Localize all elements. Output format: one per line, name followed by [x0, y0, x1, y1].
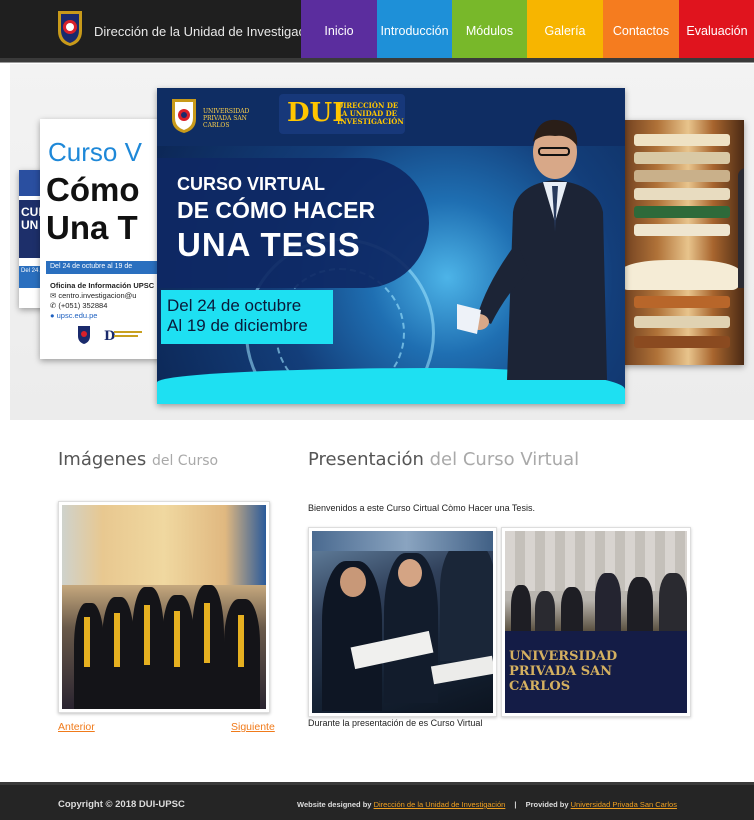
book: [634, 336, 730, 348]
nav-evaluacion[interactable]: Evaluación: [679, 0, 754, 58]
slide-left-info: Oficina de Información UPSC ✉ centro.inv…: [50, 281, 154, 321]
nav-inicio[interactable]: Inicio: [301, 0, 377, 58]
slide-title-line3: UNA TESIS: [177, 226, 361, 263]
gallery-prev-link[interactable]: Anterior: [58, 721, 95, 733]
header-divider: [0, 58, 754, 63]
slide-left-date: Del 24 de octubre al 19 de: [46, 261, 170, 274]
slide-left-info-title: Oficina de Información UPSC: [50, 281, 155, 290]
book: [634, 134, 730, 146]
images-title-strong: Imágenes: [58, 449, 147, 470]
stage-curtain: [505, 531, 687, 591]
book: [634, 188, 730, 200]
university-logo[interactable]: [56, 9, 84, 47]
slide-left-web: ● upsc.edu.pe: [50, 311, 98, 320]
person: [659, 573, 687, 635]
nav-galeria[interactable]: Galería: [527, 0, 603, 60]
site-header: Dirección de la Unidad de Investigación …: [0, 0, 754, 60]
slide-main[interactable]: UNIVERSIDAD PRIVADA SAN CARLOS DUI DIREC…: [157, 88, 625, 404]
book: [634, 296, 730, 308]
student: [440, 541, 493, 661]
gallery-image-frame[interactable]: [58, 501, 270, 713]
images-section-title: Imágenes del Curso: [58, 449, 218, 470]
book: [634, 170, 730, 182]
photo-presentation-panel: UNIVERSIDAD PRIVADA SAN CARLOS: [505, 531, 687, 713]
sash: [84, 617, 90, 667]
sash: [144, 605, 150, 665]
student-face: [340, 567, 366, 597]
person: [627, 577, 653, 635]
svg-text:D: D: [104, 329, 115, 344]
slide-left-curso: Curso V: [48, 137, 142, 167]
photo-curtains: [62, 505, 266, 585]
slide-left-line2: Una T: [46, 209, 138, 246]
slide-left-email: ✉ centro.investigacion@u: [50, 291, 137, 300]
open-book: [620, 260, 740, 290]
footer-separator: |: [514, 800, 517, 809]
slide-title-line1: CURSO VIRTUAL: [177, 174, 325, 194]
banner-text: UNIVERSIDAD PRIVADA SAN CARLOS: [509, 649, 618, 694]
gallery-next-link[interactable]: Siguiente: [231, 721, 275, 733]
hero-slider[interactable]: CUR DE UN Del 24 Al 19 Curso V Cómo Una …: [10, 64, 754, 420]
student-face: [398, 559, 422, 587]
copyright-text: Copyright © 2018 DUI-UPSC: [58, 799, 185, 810]
slide-title-line2: DE CÓMO HACER: [177, 197, 376, 223]
presentation-photo-panel[interactable]: UNIVERSIDAD PRIVADA SAN CARLOS: [501, 527, 691, 717]
sash: [238, 615, 244, 667]
welcome-text: Bienvenidos a este Curso Cirtual Còmo Ha…: [308, 503, 535, 513]
person: [561, 587, 583, 635]
designed-by-link[interactable]: Dirección de la Unidad de Investigación: [374, 800, 506, 809]
nav-introduccion[interactable]: Introducción: [377, 0, 452, 58]
slide-date-line1: Del 24 de octubre: [167, 296, 302, 315]
slide-right-books[interactable]: [620, 120, 744, 365]
photo-students-writing: [312, 531, 493, 713]
book: [634, 316, 730, 328]
sash: [174, 611, 180, 667]
person: [595, 573, 621, 635]
university-name: UNIVERSIDAD PRIVADA SAN CARLOS: [203, 108, 250, 129]
footer-credits: Website designed by Dirección de la Unid…: [297, 800, 677, 809]
book: [634, 206, 730, 218]
dui-mark: DUI: [287, 98, 345, 128]
nav-contactos[interactable]: Contactos: [603, 0, 679, 58]
presentation-photo-students[interactable]: [308, 527, 497, 717]
book: [634, 224, 730, 236]
main-nav: Inicio Introducción Módulos Galería Cont…: [301, 0, 754, 60]
slide-left-line1: Cómo: [46, 171, 140, 208]
background-students: [312, 531, 493, 551]
sash: [204, 603, 210, 663]
university-logo: [171, 98, 197, 134]
slide-left-phone: ✆ (+051) 352884: [50, 301, 108, 310]
person: [511, 585, 531, 635]
images-title-light: del Curso: [151, 453, 219, 469]
slide-left-logos: D: [76, 325, 146, 345]
dui-text: DIRECCIÓN DE LA UNIDAD DE INVESTIGACIÓN: [337, 101, 404, 126]
sash: [114, 613, 120, 667]
presentation-section-title: Presentación del Curso Virtual: [308, 449, 579, 470]
person: [535, 591, 555, 635]
presentation-title-strong: Presentación: [308, 449, 424, 470]
gallery-photo-graduates: [62, 505, 266, 709]
nav-modulos[interactable]: Módulos: [452, 0, 527, 58]
businessman-figure: [413, 112, 607, 380]
designed-by-label: Website designed by: [297, 800, 372, 809]
photo-caption: Durante la presentación de es Curso Virt…: [308, 718, 483, 728]
slide-date-line2: Al 19 de diciembre: [167, 316, 308, 335]
site-title[interactable]: Dirección de la Unidad de Investigación: [94, 24, 322, 39]
slide-left[interactable]: Curso V Cómo Una T Del 24 de octubre al …: [40, 119, 170, 359]
provided-by-link[interactable]: Universidad Privada San Carlos: [571, 800, 677, 809]
person-silhouette: [738, 168, 744, 288]
slide-left-como: Cómo Una T: [46, 171, 140, 247]
presentation-title-light: del Curso Virtual: [429, 449, 580, 470]
book: [634, 152, 730, 164]
site-footer: Copyright © 2018 DUI-UPSC Website design…: [0, 782, 754, 820]
provided-by-label: Provided by: [525, 800, 569, 809]
